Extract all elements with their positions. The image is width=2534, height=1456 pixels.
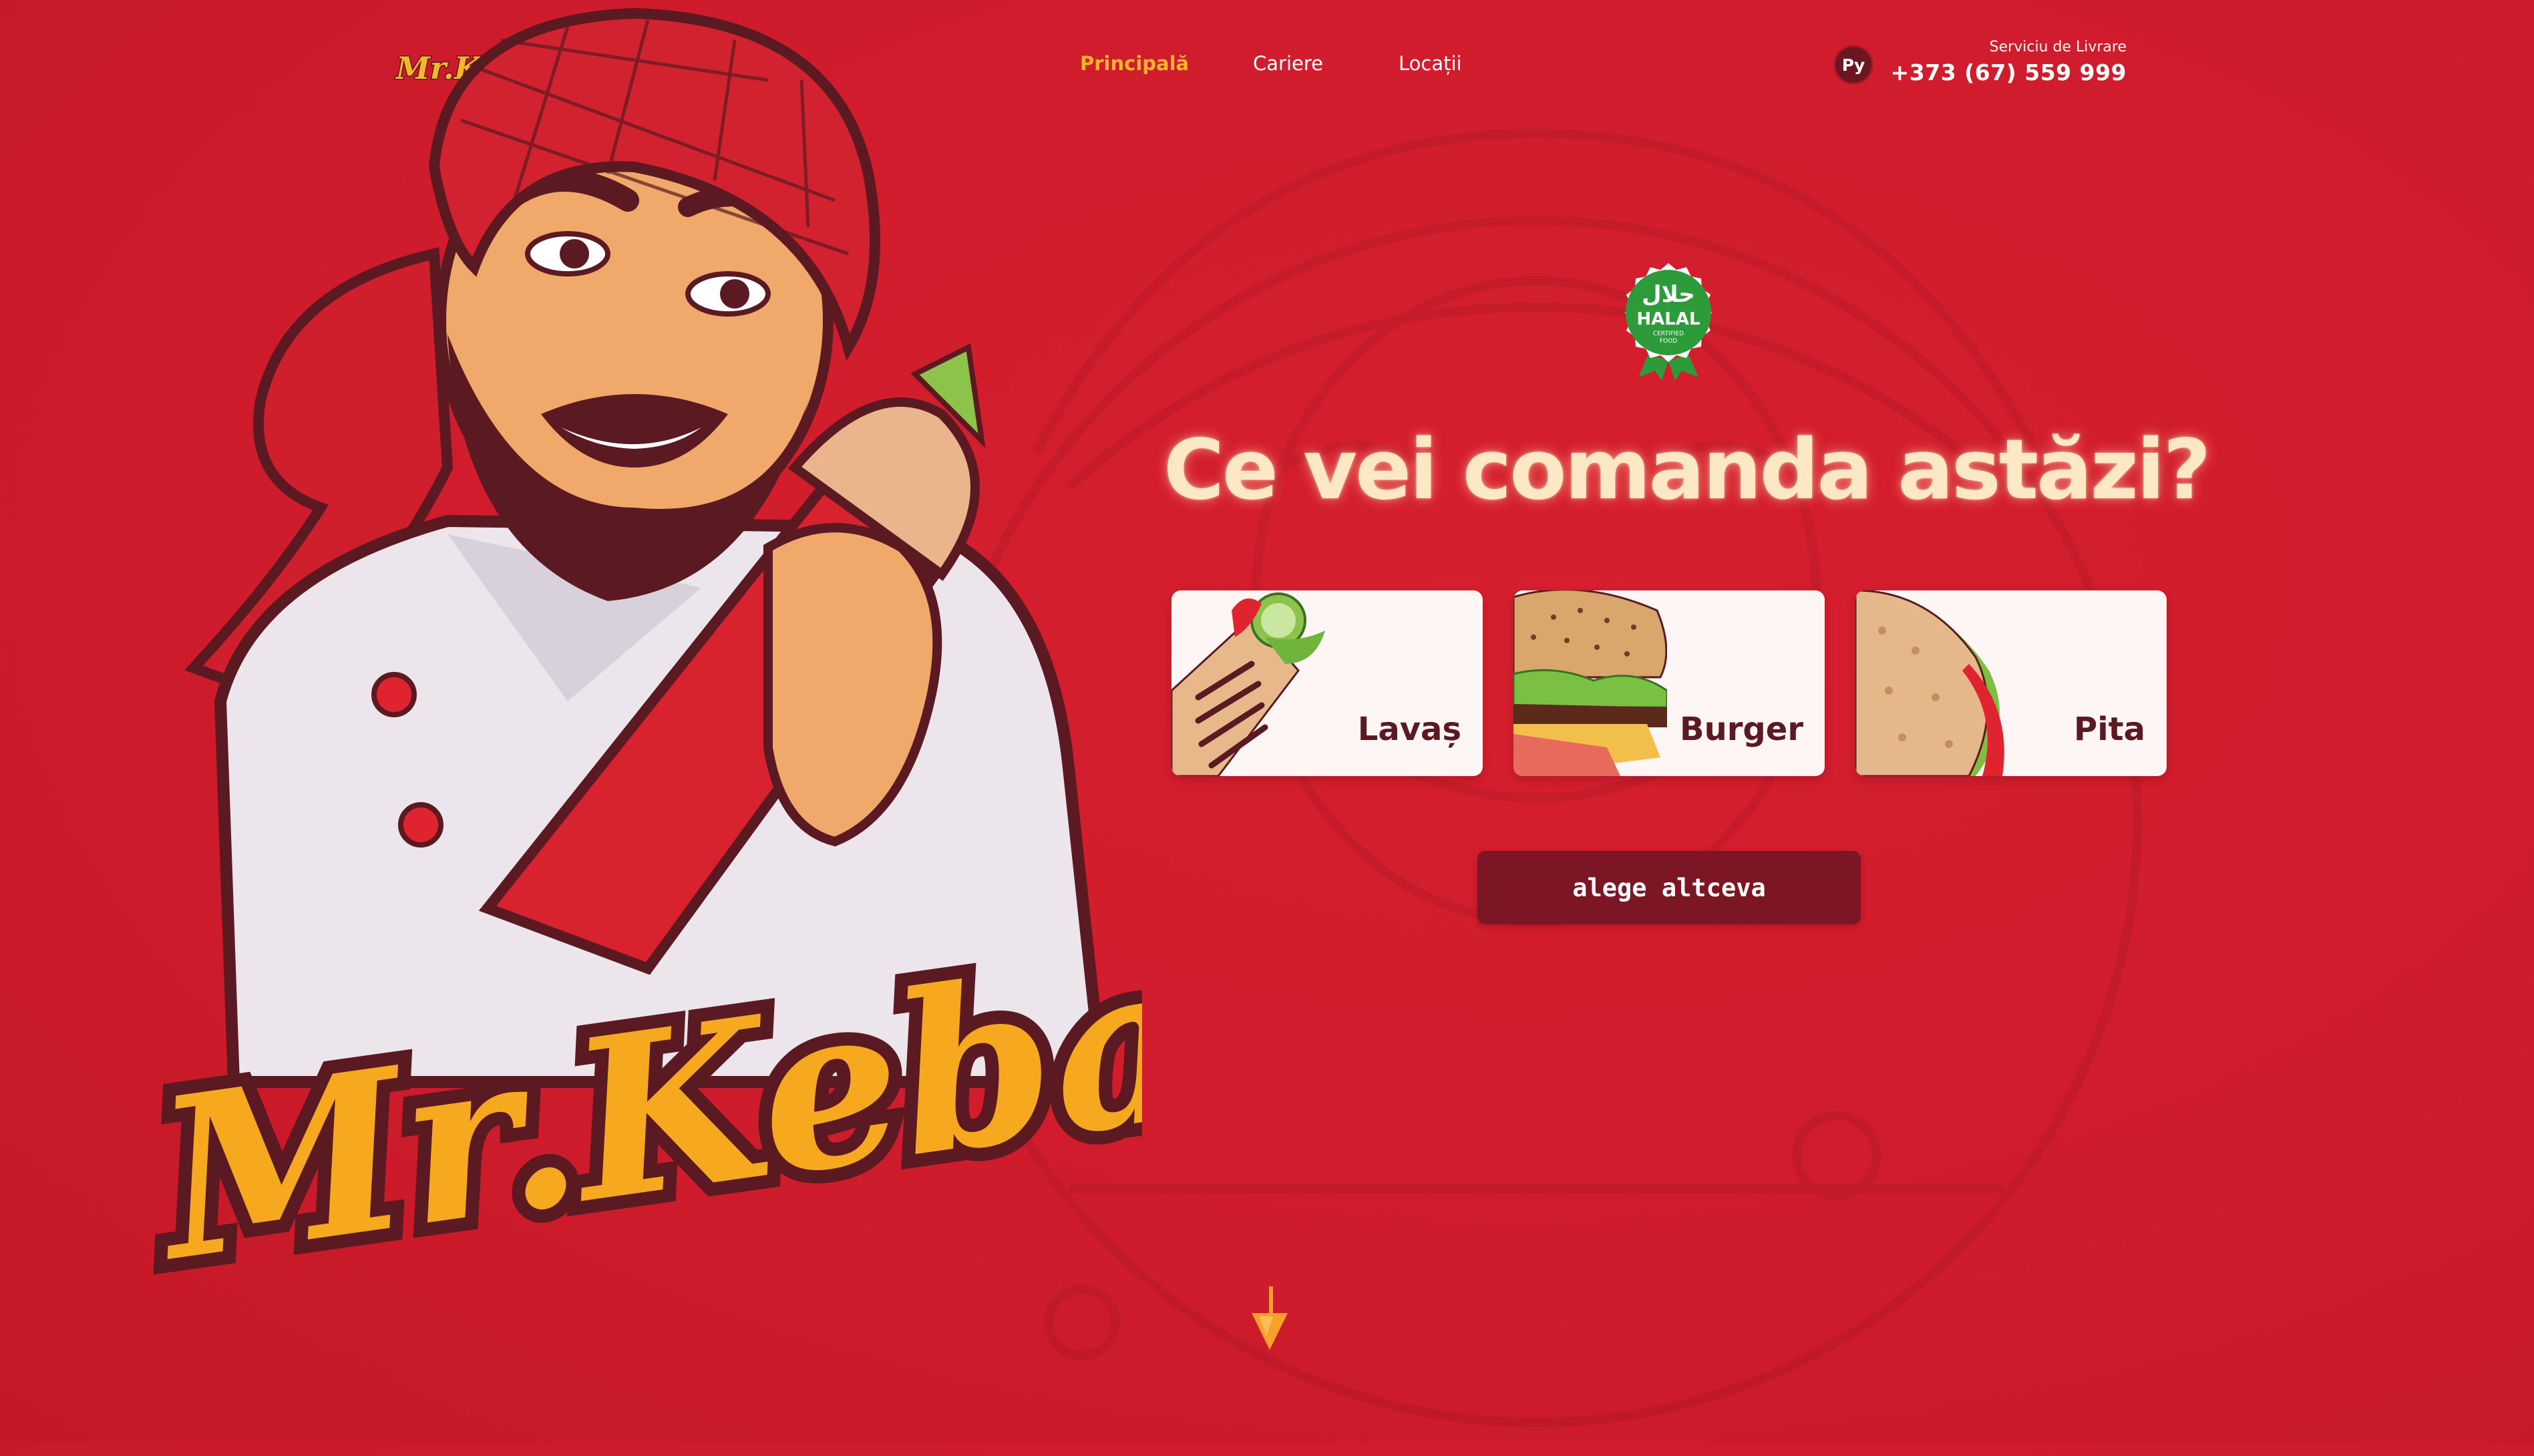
language-switch[interactable]: Ру [1835,47,1871,83]
pita-icon [1855,590,2004,776]
svg-text:FOOD: FOOD [1660,338,1677,345]
category-card-lavash[interactable]: Lavaș [1171,590,1483,776]
halal-certified-badge: حلال HALAL CERTIFIED FOOD [1625,263,1712,381]
language-label: Ру [1841,55,1865,75]
svg-text:HALAL: HALAL [1636,309,1700,329]
nav-item-locatii[interactable]: Locații [1399,52,1462,75]
nav-item-cariere[interactable]: Cariere [1253,52,1323,75]
category-label-pita: Pita [2074,711,2145,748]
delivery-info: Serviciu de Livrare +373 (67) 559 999 [1891,39,2127,85]
svg-text:حلال: حلال [1642,281,1695,308]
lavash-icon [1171,592,1325,776]
category-label-lavash: Lavaș [1357,711,1461,748]
choose-other-button[interactable]: alege altceva [1477,851,1861,924]
arrow-down-icon[interactable] [1246,1286,1293,1353]
mascot-illustration: Mr.Kebab [124,7,1142,1296]
hero-headline: Ce vei comanda astăzi? [1163,422,2211,518]
category-label-burger: Burger [1679,711,1803,748]
category-card-pita[interactable]: Pita [1855,590,2167,776]
svg-text:CERTIFIED: CERTIFIED [1653,331,1684,337]
burger-icon [1513,590,1667,776]
category-card-burger[interactable]: Burger [1513,590,1825,776]
delivery-label: Serviciu de Livrare [1989,39,2127,55]
delivery-phone-link[interactable]: +373 (67) 559 999 [1891,59,2127,85]
